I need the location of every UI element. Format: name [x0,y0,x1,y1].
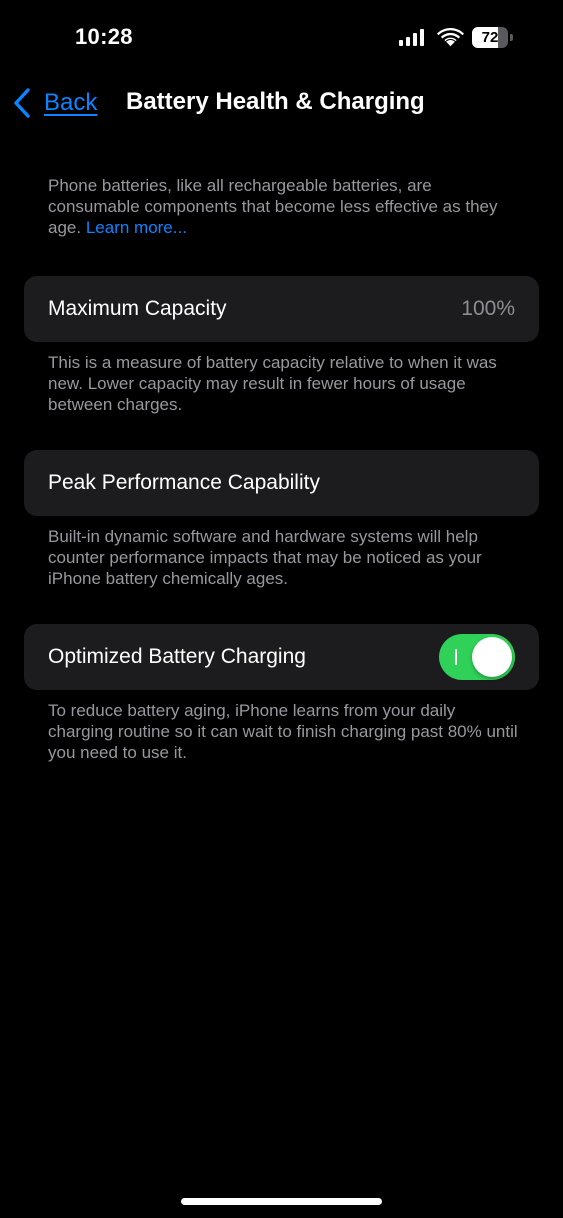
optimized-charging-label: Optimized Battery Charging [48,645,306,668]
battery-icon: 72 [472,27,514,48]
maximum-capacity-label: Maximum Capacity [48,297,227,320]
status-time: 10:28 [75,24,133,49]
toggle-knob [472,637,512,677]
maximum-capacity-footnote: This is a measure of battery capacity re… [48,353,497,414]
navigation-bar: Back Battery Health & Charging [0,76,563,132]
battery-body: 72 [472,27,508,48]
intro-text: Phone batteries, like all rechargeable b… [48,175,523,238]
optimized-charging-footnote: To reduce battery aging, iPhone learns f… [48,701,518,762]
wifi-icon [437,28,464,47]
maximum-capacity-value: 100% [461,297,515,320]
status-bar: 10:28 72 [0,0,563,76]
optimized-charging-row: Optimized Battery Charging [24,624,539,690]
peak-performance-label: Peak Performance Capability [48,471,320,494]
home-indicator[interactable] [181,1198,382,1205]
peak-performance-footnote: Built-in dynamic software and hardware s… [48,527,482,588]
toggle-on-mark [455,649,457,665]
learn-more-link[interactable]: Learn more... [86,218,187,237]
peak-performance-row: Peak Performance Capability [24,450,539,516]
back-label: Back [44,89,98,116]
battery-level: 72 [481,29,499,46]
page-title: Battery Health & Charging [126,88,425,115]
back-button[interactable]: Back [12,86,97,120]
chevron-left-icon [14,88,30,118]
optimized-charging-toggle[interactable] [439,634,515,680]
cellular-signal-icon [399,29,425,46]
maximum-capacity-row: Maximum Capacity 100% [24,276,539,342]
battery-nub [510,34,513,41]
